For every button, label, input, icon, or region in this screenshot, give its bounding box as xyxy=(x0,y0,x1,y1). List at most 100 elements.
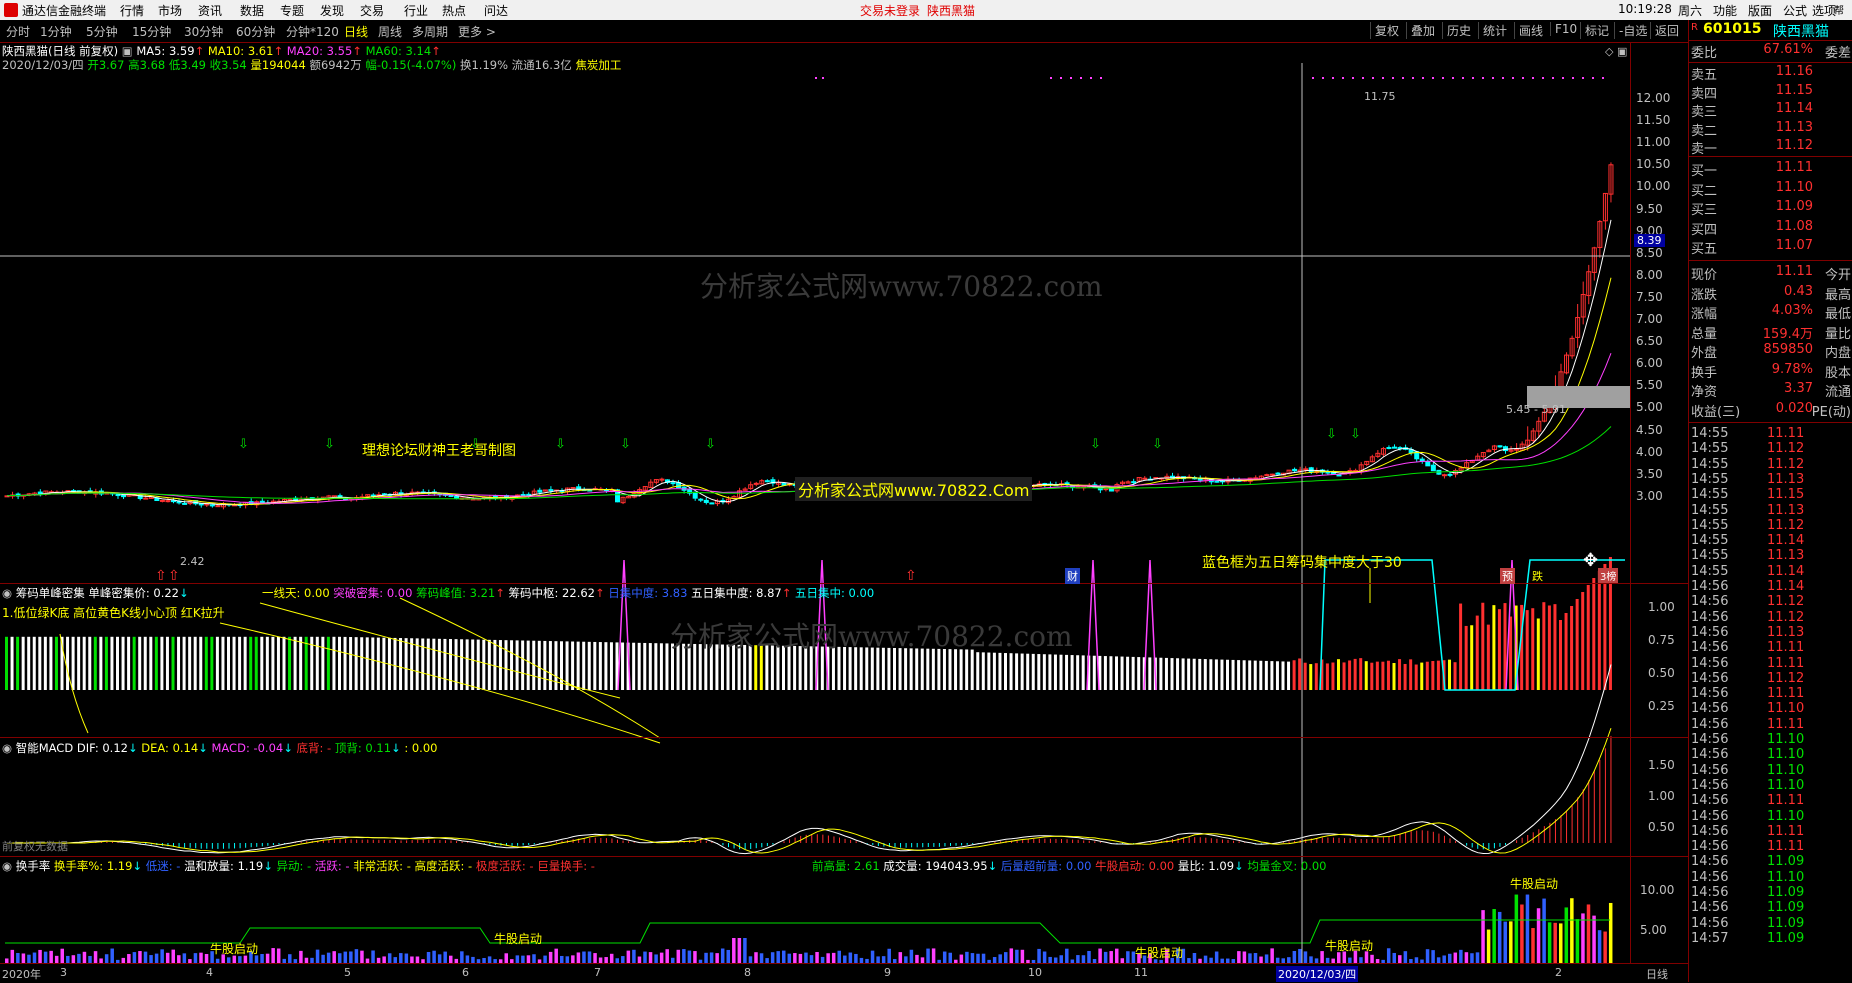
kline-chart-area[interactable]: ⇧ ⇧ ⇧⇩ ⇩ ⇩ ⇩ ⇩ ⇩ ⇩ ⇩⇩ ⇩ xyxy=(0,43,1688,982)
industry-tag[interactable]: 焦炭加工 xyxy=(575,58,621,72)
chip-bar xyxy=(1092,655,1096,690)
tick-price: 11.11 xyxy=(1767,640,1805,656)
chip-bar xyxy=(1270,661,1274,690)
bar-open: 开3.67 xyxy=(87,58,125,72)
menu-item[interactable]: 行情 xyxy=(120,2,144,19)
panel-close-icon[interactable]: ◉ xyxy=(2,586,12,600)
chip-bar xyxy=(521,640,525,690)
ask-row[interactable]: 卖一 11.12 xyxy=(1689,138,1852,157)
turnover-bar xyxy=(1481,910,1485,963)
period-tab[interactable]: 更多 > xyxy=(458,23,496,40)
menu-item[interactable]: 热点 xyxy=(442,2,466,19)
close-icon[interactable]: ▣ xyxy=(122,44,133,58)
period-tab[interactable]: 多周期 xyxy=(412,23,448,40)
period-tab[interactable]: 5分钟 xyxy=(86,23,118,40)
toolbar-button[interactable]: 返回 xyxy=(1650,22,1683,39)
menu-item[interactable]: 专题 xyxy=(280,2,304,19)
period-tab[interactable]: 30分钟 xyxy=(184,23,223,40)
period-tab[interactable]: 15分钟 xyxy=(132,23,171,40)
menu-item[interactable]: 功能 xyxy=(1713,2,1737,19)
ask-row[interactable]: 卖二 11.13 xyxy=(1689,120,1852,139)
bid-row[interactable]: 买五 11.07 xyxy=(1689,238,1852,257)
menu-item[interactable]: 公式 xyxy=(1783,2,1807,19)
bid-row[interactable]: 买三 11.09 xyxy=(1689,199,1852,218)
finance-marker[interactable]: 财 xyxy=(1065,568,1080,584)
bid-row[interactable]: 买四 11.08 xyxy=(1689,218,1852,238)
chip-bar xyxy=(249,636,253,690)
period-tab-active[interactable]: 日线 xyxy=(344,23,368,40)
turnover-bar xyxy=(1531,928,1535,963)
turnover-bar xyxy=(1553,922,1557,963)
ma10-value: MA10: 3.61 xyxy=(207,44,274,58)
toolbar-button[interactable]: 标记 xyxy=(1580,22,1613,39)
up-arrow-icon: ↑ xyxy=(194,44,205,58)
bid-price: 11.08 xyxy=(1775,218,1813,234)
menu-item[interactable]: 市场 xyxy=(158,2,182,19)
menu-item[interactable]: 发现 xyxy=(320,2,344,19)
turnover-bar xyxy=(1464,952,1469,963)
menu-item[interactable]: 交易 xyxy=(360,2,384,19)
tick-time: 14:56 xyxy=(1691,793,1729,809)
toolbar-button[interactable]: 复权 xyxy=(1370,22,1403,39)
chip-bar xyxy=(1547,605,1551,690)
turnover-bar xyxy=(976,953,980,963)
period-tab[interactable]: 1分钟 xyxy=(40,23,72,40)
chip-bar xyxy=(260,636,264,690)
login-notice[interactable]: 交易未登录 xyxy=(860,2,920,19)
tick-time: 14:56 xyxy=(1691,655,1729,671)
top-dot xyxy=(1572,77,1574,79)
panel-close-icon[interactable]: ◉ xyxy=(2,741,12,755)
toolbar-button[interactable]: 叠加 xyxy=(1406,22,1439,39)
menu-item[interactable]: 版面 xyxy=(1748,2,1772,19)
period-tab[interactable]: 分钟*120 xyxy=(286,23,339,40)
ask-price: 11.14 xyxy=(1775,101,1813,116)
chip-bar xyxy=(1448,659,1451,690)
chip-bar xyxy=(1425,661,1429,690)
candle-body xyxy=(159,499,165,502)
settings-diamond-icon[interactable]: ◇ ▣ xyxy=(1605,45,1627,58)
chip-bar xyxy=(127,636,131,690)
toolbar-button[interactable]: F10 xyxy=(1550,22,1581,36)
forecast-marker[interactable]: 预 xyxy=(1500,568,1515,584)
menu-item[interactable]: 数据 xyxy=(240,2,264,19)
period-tab[interactable]: 周线 xyxy=(378,23,402,40)
bid-label: 买五 xyxy=(1691,242,1718,257)
turnover-bar xyxy=(826,953,830,963)
candle-body xyxy=(698,498,704,501)
chip-bar xyxy=(493,639,497,690)
ask-row[interactable]: 卖四 11.15 xyxy=(1689,83,1852,102)
ask-row[interactable]: 卖三 11.14 xyxy=(1689,101,1852,120)
stat-label: 内盘 xyxy=(1824,346,1851,361)
turnover-bar xyxy=(343,951,348,963)
period-tab[interactable]: 分时 xyxy=(6,23,30,40)
chip-bar xyxy=(1370,662,1374,690)
chip-bar xyxy=(82,636,86,690)
panel-close-icon[interactable]: ◉ xyxy=(2,859,12,873)
menu-item[interactable]: 问达 xyxy=(484,2,508,19)
menu-item[interactable]: 行业 xyxy=(404,2,428,19)
top-dot xyxy=(1502,77,1504,79)
turnover-bar xyxy=(582,951,586,963)
x-label: 9 xyxy=(884,966,891,979)
chip-bar xyxy=(1170,658,1174,690)
menu-item[interactable]: 资讯 xyxy=(198,2,222,19)
chip-bar xyxy=(1575,599,1579,690)
chip-bar xyxy=(1198,658,1202,690)
rank-marker[interactable]: 3榜 xyxy=(1598,568,1619,583)
bid-row[interactable]: 买一 11.11 xyxy=(1689,160,1852,179)
toolbar-button[interactable]: 统计 xyxy=(1478,22,1511,39)
chip-bar xyxy=(1253,660,1257,690)
toolbar-button[interactable]: 历史 xyxy=(1442,22,1475,39)
candle-body xyxy=(520,494,526,497)
menu-item[interactable]: 选项 xyxy=(1812,2,1836,19)
turnover-bar xyxy=(1398,955,1402,963)
bid-row[interactable]: 买二 11.10 xyxy=(1689,180,1852,199)
turnover-bar xyxy=(1459,949,1463,963)
period-tab[interactable]: 60分钟 xyxy=(236,23,275,40)
top-dot xyxy=(815,77,817,79)
toolbar-button[interactable]: -自选 xyxy=(1614,22,1651,39)
top-divergence-value: 顶背: 0.11 xyxy=(334,741,392,755)
chip-bar xyxy=(1386,660,1390,690)
toolbar-button[interactable]: 画线 xyxy=(1514,22,1547,39)
ask-row[interactable]: 卖五 11.16 xyxy=(1689,64,1852,83)
